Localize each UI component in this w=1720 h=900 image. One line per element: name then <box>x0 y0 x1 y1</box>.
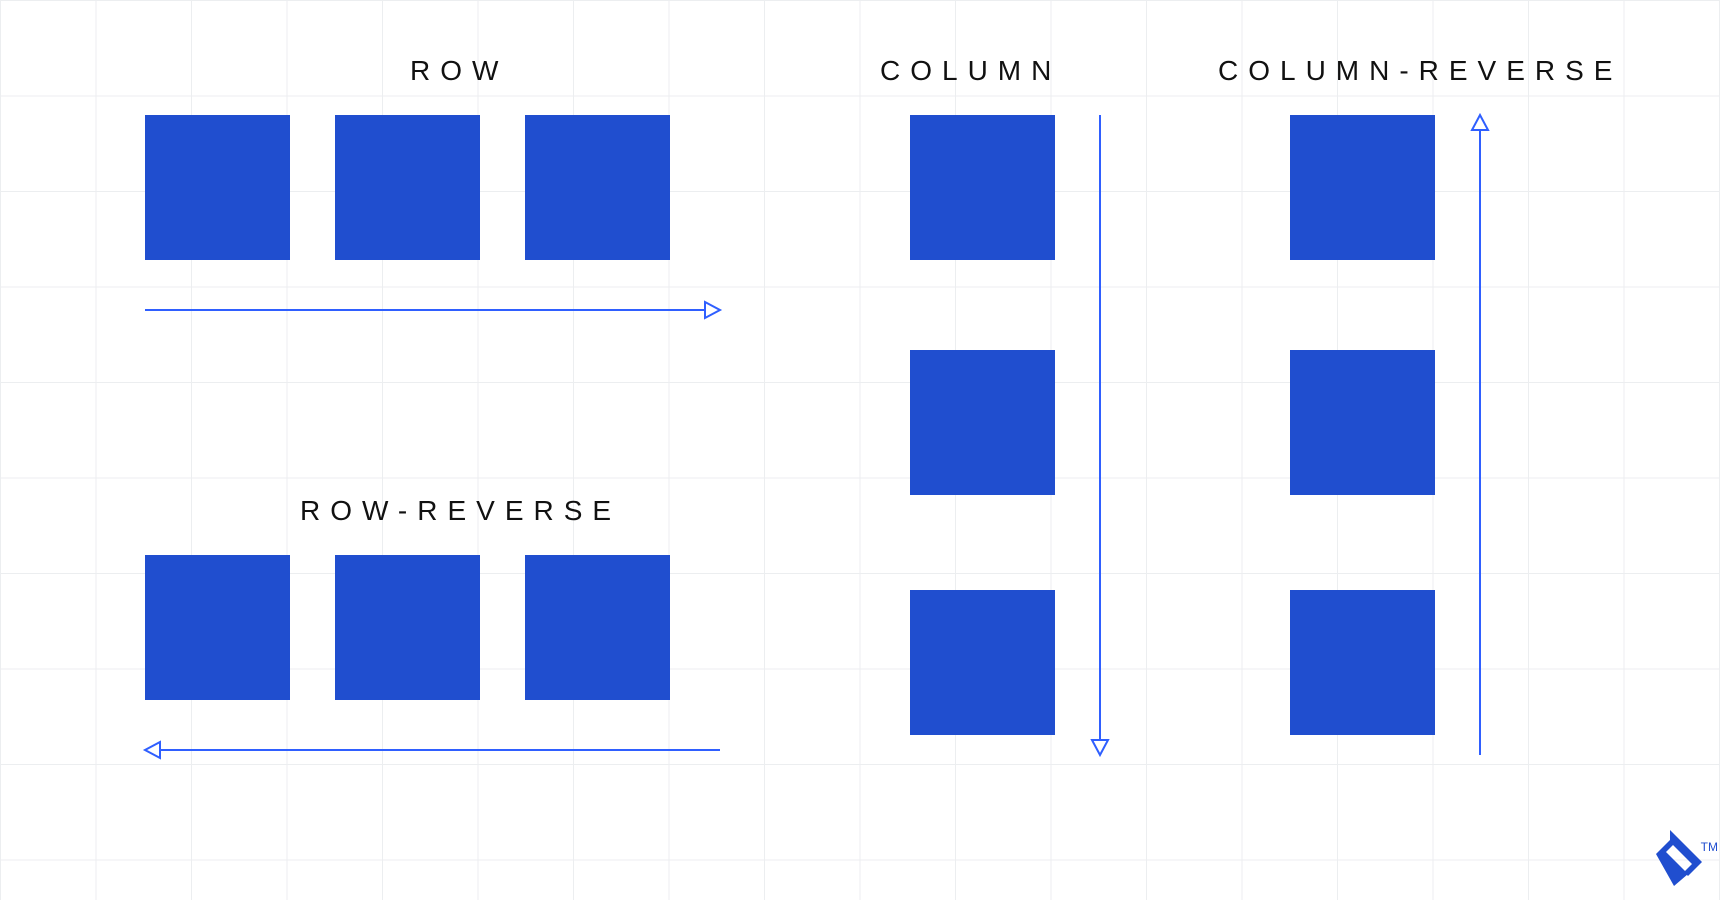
column-reverse-arrow-up-icon <box>1470 115 1500 755</box>
column-box <box>910 590 1055 735</box>
row-box <box>145 115 290 260</box>
row-reverse-arrow-left-icon <box>145 740 720 770</box>
row-box <box>525 115 670 260</box>
row-reverse-box <box>145 555 290 700</box>
row-arrow-right-icon <box>145 300 720 330</box>
label-column-reverse: COLUMN-REVERSE <box>1218 55 1622 87</box>
label-column: COLUMN <box>880 55 1061 87</box>
toptal-logo-icon <box>1656 830 1702 886</box>
column-reverse-box <box>1290 115 1435 260</box>
column-box <box>910 350 1055 495</box>
column-reverse-box <box>1290 590 1435 735</box>
row-box <box>335 115 480 260</box>
row-reverse-box <box>525 555 670 700</box>
column-arrow-down-icon <box>1090 115 1120 755</box>
label-row: ROW <box>410 55 508 87</box>
label-row-reverse: ROW-REVERSE <box>300 495 621 527</box>
trademark-label: TM <box>1701 840 1718 854</box>
column-reverse-box <box>1290 350 1435 495</box>
column-box <box>910 115 1055 260</box>
diagram-canvas: ROW ROW-REVERSE COLUMN COLUMN-REVERSE <box>0 0 1720 900</box>
row-reverse-box <box>335 555 480 700</box>
